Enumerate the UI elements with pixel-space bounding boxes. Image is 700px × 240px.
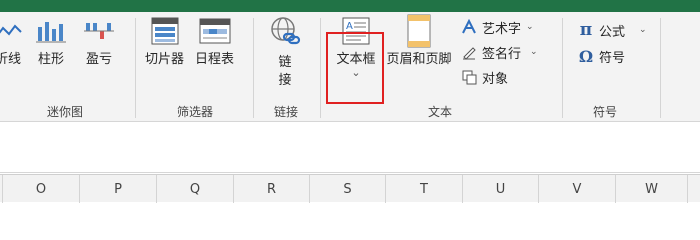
object-icon xyxy=(460,68,478,86)
column-header[interactable]: O xyxy=(3,175,80,203)
signature-line-button[interactable]: 签名行 ⌄ xyxy=(460,42,538,62)
column-headers: O P Q R S T U V W xyxy=(0,174,700,203)
equation-button[interactable]: π 公式 ⌄ xyxy=(577,20,647,40)
object-button[interactable]: 对象 xyxy=(460,67,508,87)
slicer-button[interactable]: 切片器 xyxy=(145,14,184,68)
group-label-sparklines: 迷你图 xyxy=(46,105,83,119)
header-footer-button[interactable]: 页眉和页脚 xyxy=(384,14,454,68)
equation-label: 公式 xyxy=(599,24,626,40)
sparkline-line-button[interactable]: 折线 xyxy=(0,14,28,68)
pi-icon: π xyxy=(579,20,593,40)
timeline-label: 日程表 xyxy=(195,52,235,67)
wordart-caret-icon: ⌄ xyxy=(526,22,534,32)
column-header[interactable]: P xyxy=(80,175,157,203)
group-label-symbols: 符号 xyxy=(592,105,617,119)
title-bar xyxy=(0,0,700,12)
group-separator xyxy=(660,18,661,118)
column-header[interactable]: W xyxy=(616,175,688,203)
sparkline-column-label: 柱形 xyxy=(37,52,64,67)
column-sparkline-icon xyxy=(34,14,68,48)
signature-pen-icon xyxy=(460,43,478,61)
sparkline-winloss-label: 盈亏 xyxy=(85,52,112,67)
timeline-button[interactable]: 日程表 xyxy=(195,14,234,68)
sparkline-winloss-button[interactable]: 盈亏 xyxy=(82,14,116,68)
link-globe-icon xyxy=(268,14,302,48)
signature-caret-icon: ⌄ xyxy=(530,47,538,57)
slicer-label: 切片器 xyxy=(145,52,185,67)
column-header[interactable]: U xyxy=(463,175,539,203)
group-label-text: 文本 xyxy=(427,105,452,119)
wordart-icon xyxy=(460,18,478,36)
symbol-button[interactable]: Ω 符号 xyxy=(577,46,625,66)
column-header[interactable]: V xyxy=(539,175,616,203)
link-button[interactable]: 链 接 xyxy=(268,14,302,90)
group-separator xyxy=(135,18,136,118)
svg-text:A: A xyxy=(346,21,353,32)
wordart-label: 艺术字 xyxy=(482,21,522,37)
group-label-filters: 筛选器 xyxy=(176,105,213,119)
group-label-links: 链接 xyxy=(273,105,298,119)
group-separator xyxy=(253,18,254,118)
omega-icon: Ω xyxy=(578,46,594,66)
signature-line-label: 签名行 xyxy=(482,46,522,62)
wordart-button[interactable]: 艺术字 ⌄ xyxy=(460,17,534,37)
group-separator xyxy=(562,18,563,118)
header-footer-icon xyxy=(402,14,436,48)
header-footer-label: 页眉和页脚 xyxy=(386,52,452,67)
column-header[interactable]: Q xyxy=(157,175,234,203)
sparkline-column-button[interactable]: 柱形 xyxy=(34,14,68,68)
object-label: 对象 xyxy=(482,71,509,87)
formula-bar-area xyxy=(0,123,700,173)
ribbon-insert: 折线 柱形 盈亏 迷你图 切片器 日程表 筛选器 链 接 链接 A 文本框 ⌄ … xyxy=(0,12,700,122)
link-label-line2: 接 xyxy=(278,73,292,88)
slicer-icon xyxy=(148,14,182,48)
symbol-label: 符号 xyxy=(599,50,626,66)
column-header[interactable]: R xyxy=(234,175,310,203)
line-sparkline-icon xyxy=(0,14,28,48)
timeline-icon xyxy=(198,14,232,48)
textbox-highlight-box xyxy=(326,32,384,104)
column-header[interactable]: T xyxy=(386,175,463,203)
equation-caret-icon: ⌄ xyxy=(639,25,647,35)
winloss-sparkline-icon xyxy=(82,14,116,48)
link-label-line1: 链 xyxy=(278,55,292,70)
column-header[interactable]: S xyxy=(310,175,386,203)
sparkline-line-label: 折线 xyxy=(0,52,21,67)
